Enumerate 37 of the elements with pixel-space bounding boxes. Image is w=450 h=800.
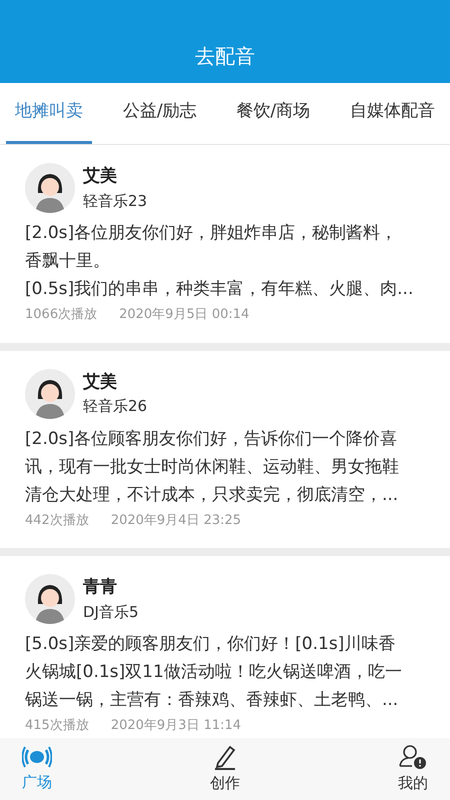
script-text: 香飘十里。 [25, 250, 111, 273]
play-count: 415次播放 [25, 717, 89, 735]
user-alert-icon [398, 744, 428, 770]
script-text: [2.0s]各位顾客朋友你们好，告诉你们一个降价喜 [25, 428, 398, 450]
avatar-icon [25, 368, 75, 418]
music-name: 轻音乐23 [83, 190, 148, 212]
play-count: 1066次播放 [25, 306, 98, 324]
nav-tab[interactable]: 我的 [398, 738, 428, 800]
broadcast-icon [22, 744, 52, 769]
script-text: 讯，现有一批女士时尚休闲鞋、运动鞋、男女拖鞋 [25, 456, 400, 478]
post-date: 2020年9月3日 11:14 [110, 717, 242, 735]
play-count: 442次播放 [25, 512, 89, 530]
post-date: 2020年9月4日 23:25 [110, 512, 242, 530]
avatar-icon [25, 163, 75, 213]
category-tab[interactable]: 地摊叫卖 [6, 83, 92, 144]
script-text: 锅送一锅，主营有：香辣鸡、香辣虾、土老鸭、... [25, 689, 400, 712]
post-card[interactable]: 艾美 轻音乐26 [2.0s]各位顾客朋友你们好，告诉你们一个降价喜 讯，现有一批女士时尚休闲鞋、运动鞋、男女拖鞋 清仓大处理，不计成本，只求卖完，彻底清空，... 442次播放 2020年9月4日 23:25 [0, 350, 450, 548]
script-text: [2.0s]各位朋友你们好，胖姐炸串店，秘制酱料， [25, 222, 398, 245]
nav-tab[interactable]: 创作 [210, 738, 240, 800]
pencil-icon [212, 744, 238, 770]
author-name: 艾美 [83, 370, 118, 394]
category-tab[interactable]: 餐饮/商场 [227, 83, 320, 144]
post-date: 2020年9月5日 00:14 [119, 306, 250, 324]
script-text: 清仓大处理，不计成本，只求卖完，彻底清空，... [25, 484, 400, 506]
avatar-icon [25, 574, 75, 624]
script-text: [5.0s]亲爱的顾客朋友们，你们好！[0.1s]川味香 [25, 633, 396, 656]
category-tab[interactable]: 自媒体配音 [341, 83, 444, 144]
script-text: [0.5s]我们的串串，种类丰富，有年糕、火腿、肉... [25, 278, 414, 301]
post-card[interactable]: 艾美 轻音乐23 [2.0s]各位朋友你们好，胖姐炸串店，秘制酱料， 香飘十里。 [0.5s]我们的串串，种类丰富，有年糕、火腿、肉... 1066次播放 2020年9月5日 00:14 [0, 145, 450, 342]
author-name: 青青 [83, 576, 118, 599]
header-title: 去配音 [195, 43, 255, 70]
author-name: 艾美 [83, 165, 118, 188]
music-name: 轻音乐26 [83, 396, 148, 417]
post-card[interactable]: 青青 DJ音乐5 [5.0s]亲爱的顾客朋友们，你们好！[0.1s]川味香 火锅城[0.1s]双11做活动啦！吃火锅送啤酒，吃一 锅送一锅，主营有：香辣鸡、香辣虾、土老鸭、... 415次播放 2020年9月3日 11:14 [0, 556, 450, 738]
category-tab[interactable]: 公益/励志 [114, 83, 206, 144]
music-name: DJ音乐5 [83, 602, 139, 622]
script-text: 火锅城[0.1s]双11做活动啦！吃火锅送啤酒，吃一 [25, 661, 403, 684]
